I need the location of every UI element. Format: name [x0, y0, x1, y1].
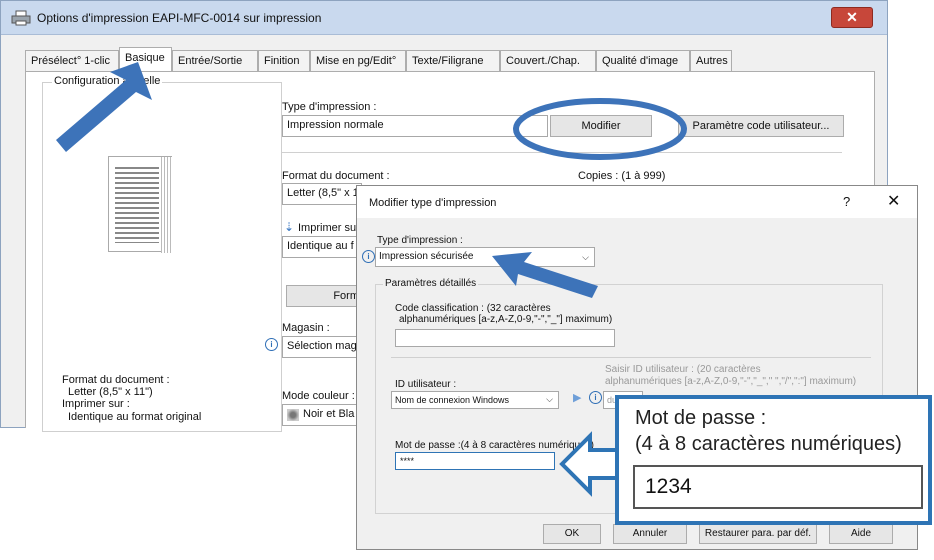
user-id-label: ID utilisateur :: [395, 379, 457, 390]
dialog-title-bar: Modifier type d'impression ? ✕: [357, 186, 917, 218]
form-button[interactable]: Form: [286, 285, 364, 307]
tab-2[interactable]: Entrée/Sortie: [172, 50, 258, 71]
grayscale-icon: [287, 409, 299, 421]
document-preview: [108, 156, 173, 253]
tray-combo[interactable]: Sélection maga: [282, 336, 360, 358]
tab-8[interactable]: Autres: [690, 50, 732, 71]
arrow-down-icon: ⇣: [284, 220, 295, 234]
zoom-password-hint: (4 à 8 caractères numériques): [635, 433, 902, 455]
user-code-button[interactable]: Paramètre code utilisateur...: [678, 115, 844, 137]
dialog-close-button[interactable]: ✕: [887, 191, 900, 211]
highlight-ellipse: [513, 98, 687, 160]
info-icon: i: [362, 250, 375, 263]
zoom-password-label: Mot de passe :: [635, 407, 767, 429]
print-on-label: Imprimer sur: [298, 222, 360, 234]
restore-defaults-button[interactable]: Restaurer para. par déf.: [699, 524, 817, 544]
config-format-value: Letter (8,5" x 11"): [68, 386, 153, 398]
play-arrow-icon: ▶: [573, 392, 582, 404]
color-mode-value: Noir et Bla: [303, 408, 355, 420]
printer-icon: [11, 10, 31, 26]
print-on-combo[interactable]: Identique au f: [282, 236, 360, 258]
doc-format-combo[interactable]: Letter (8,5" x 11"): [282, 183, 362, 205]
title-bar: Options d'impression EAPI-MFC-0014 sur i…: [1, 1, 887, 35]
config-print-on-value: Identique au format original: [68, 411, 202, 423]
dialog-title: Modifier type d'impression: [369, 197, 497, 209]
user-id-combo[interactable]: Nom de connexion Windows ⌵: [391, 391, 559, 409]
user-id-hint-1: Saisir ID utilisateur : (20 caractères: [605, 364, 761, 375]
help-button[interactable]: ?: [843, 194, 850, 209]
ok-button[interactable]: OK: [543, 524, 601, 544]
close-button[interactable]: ✕: [831, 7, 873, 28]
zoom-password-field: 1234: [633, 465, 923, 509]
annotation-arrow-print-type: [492, 252, 598, 298]
tab-3[interactable]: Finition: [258, 50, 310, 71]
details-divider: [391, 357, 871, 358]
dialog-print-type-label: Type d'impression :: [377, 235, 463, 246]
doc-format-label: Format du document :: [282, 170, 390, 182]
tab-6[interactable]: Couvert./Chap.: [500, 50, 596, 71]
password-input[interactable]: ****: [395, 452, 555, 470]
cancel-button[interactable]: Annuler: [613, 524, 687, 544]
info-icon: i: [265, 338, 278, 351]
tray-label: Magasin :: [282, 322, 330, 334]
help-dialog-button[interactable]: Aide: [829, 524, 893, 544]
class-code-label-2: alphanumériques [a-z,A-Z,0-9,"-","_"] ma…: [399, 314, 613, 325]
document-lines: [115, 167, 159, 243]
config-format-label: Format du document :: [62, 374, 170, 386]
class-code-input[interactable]: [395, 329, 615, 347]
user-id-value: Nom de connexion Windows: [395, 395, 510, 405]
annotation-arrow-tab: [56, 62, 152, 152]
chevron-down-icon: ⌵: [546, 394, 553, 404]
copies-label: Copies : (1 à 999): [578, 170, 666, 182]
user-id-hint-2: alphanumériques [a-z,A-Z,0-9,"-","_"," "…: [605, 376, 857, 387]
dialog-print-type-value: Impression sécurisée: [379, 251, 474, 262]
tab-5[interactable]: Texte/Filigrane: [406, 50, 500, 71]
print-type-field: Impression normale: [282, 115, 548, 137]
password-zoom-callout: Mot de passe : (4 à 8 caractères numériq…: [615, 395, 932, 525]
config-print-on-label: Imprimer sur :: [62, 398, 130, 410]
annotation-arrow-password: [559, 431, 622, 497]
details-legend: Paramètres détaillés: [383, 278, 479, 289]
class-code-label-1: Code classification : (32 caractères: [395, 303, 551, 314]
color-mode-label: Mode couleur :: [282, 390, 355, 402]
tab-4[interactable]: Mise en pg/Edit°: [310, 50, 406, 71]
print-type-label: Type d'impression :: [282, 101, 377, 113]
window-title: Options d'impression EAPI-MFC-0014 sur i…: [37, 11, 322, 25]
tab-7[interactable]: Qualité d'image: [596, 50, 690, 71]
info-icon: i: [589, 391, 602, 404]
